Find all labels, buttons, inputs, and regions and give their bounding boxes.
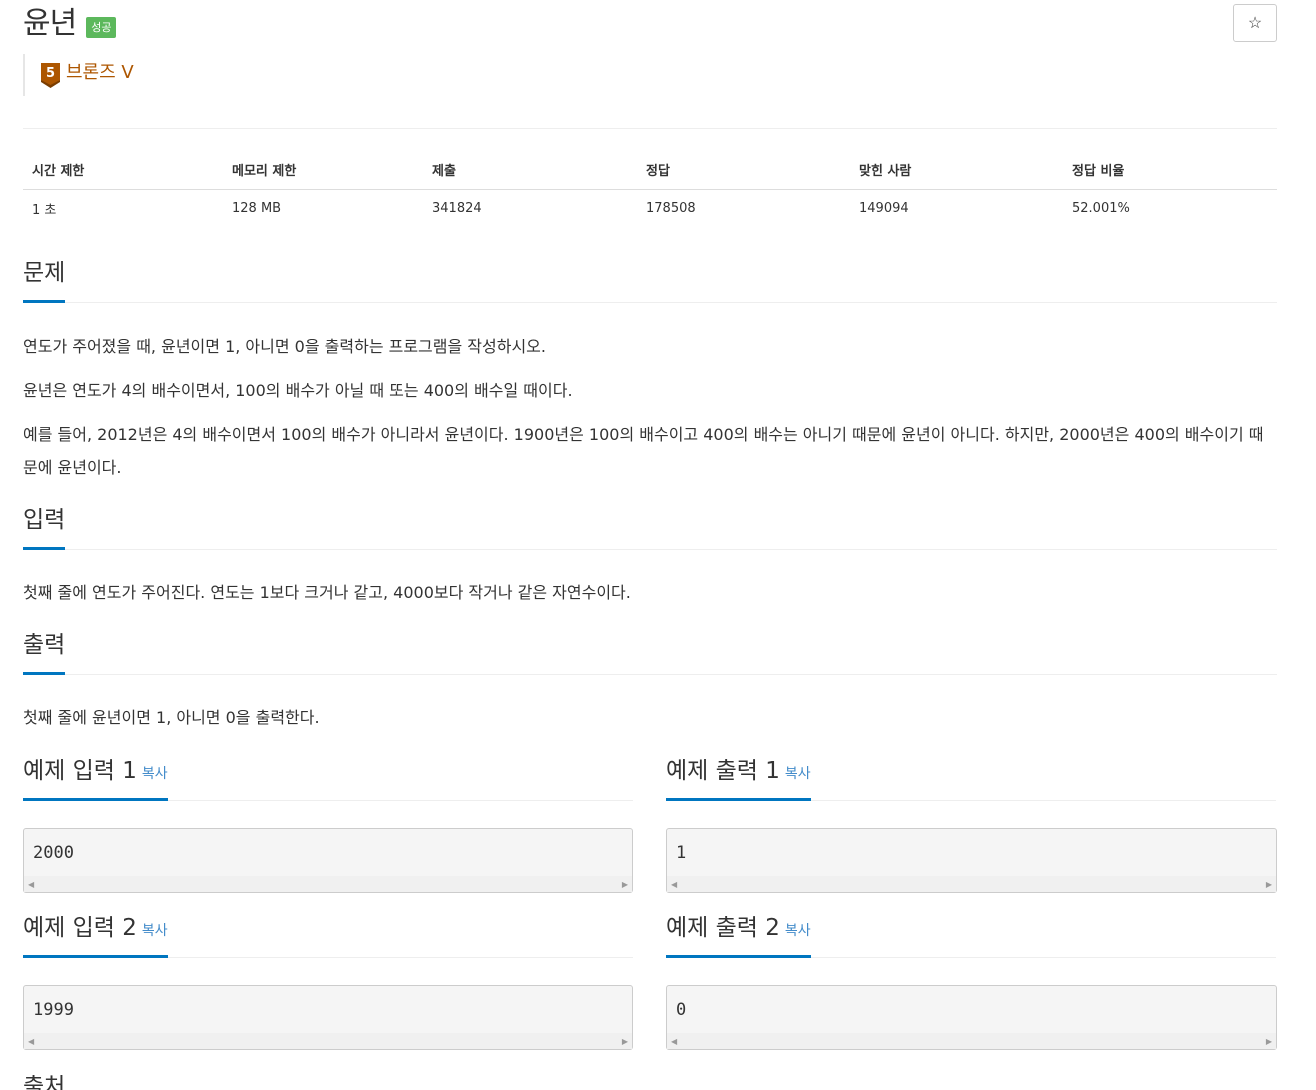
tier-block: 5 브론즈 V bbox=[23, 54, 134, 96]
scroll-right-icon[interactable]: ▶ bbox=[622, 880, 628, 889]
time-limit-value: 1 초 bbox=[32, 203, 57, 218]
sample-output-2-content[interactable]: 0 bbox=[667, 986, 1276, 1034]
description-paragraph-3: 예를 들어, 2012년은 4의 배수이면서 100의 배수가 아니라서 윤년이… bbox=[23, 425, 1264, 477]
sample-input-1-label: 예제 입력 1 bbox=[23, 758, 137, 784]
sample-input-1-box[interactable]: 2000 ◀ ▶ bbox=[23, 828, 633, 893]
copy-sample-output-2-button[interactable]: 복사 bbox=[785, 923, 811, 939]
horizontal-scrollbar[interactable]: ◀ ▶ bbox=[24, 1033, 632, 1049]
sample-output-1-header: 예제 출력 1 복사 bbox=[666, 756, 1276, 801]
horizontal-scrollbar[interactable]: ◀ ▶ bbox=[667, 876, 1276, 892]
section-description-title: 문제 bbox=[23, 258, 66, 303]
sample-input-2-title: 예제 입력 2 복사 bbox=[23, 913, 168, 958]
section-source-title: 출처 bbox=[23, 1074, 66, 1090]
submissions-value[interactable]: 341824 bbox=[423, 190, 637, 228]
divider bbox=[23, 128, 1277, 129]
tier-link[interactable]: 브론즈 V bbox=[66, 62, 134, 84]
copy-sample-output-1-button[interactable]: 복사 bbox=[785, 766, 811, 782]
sample-output-1-content[interactable]: 1 bbox=[667, 829, 1276, 877]
copy-sample-input-2-button[interactable]: 복사 bbox=[142, 923, 168, 939]
scroll-left-icon[interactable]: ◀ bbox=[28, 880, 34, 889]
description-paragraph-2: 윤년은 연도가 4의 배수이면서, 100의 배수가 아닐 때 또는 400의 … bbox=[23, 381, 573, 400]
title-row: 윤년 성공 bbox=[23, 6, 117, 42]
status-badge: 성공 bbox=[86, 16, 117, 38]
sample-output-2-title: 예제 출력 2 복사 bbox=[666, 913, 811, 958]
accepted-value[interactable]: 178508 bbox=[637, 190, 850, 228]
sample-input-1-content[interactable]: 2000 bbox=[24, 829, 632, 877]
description-paragraph-1: 연도가 주어졌을 때, 윤년이면 1, 아니면 0을 출력하는 프로그램을 작성… bbox=[23, 337, 546, 356]
section-output-title: 출력 bbox=[23, 630, 66, 675]
problem-info-table: 시간 제한 메모리 제한 제출 정답 맞힌 사람 정답 비율 1 초 128 M… bbox=[23, 150, 1277, 227]
header-accepted: 정답 bbox=[637, 150, 850, 190]
solvers-value[interactable]: 149094 bbox=[850, 190, 1063, 228]
table-header-row: 시간 제한 메모리 제한 제출 정답 맞힌 사람 정답 비율 bbox=[23, 150, 1277, 190]
section-input-title: 입력 bbox=[23, 505, 66, 550]
sample-input-2-label: 예제 입력 2 bbox=[23, 915, 137, 941]
section-input-header: 입력 bbox=[23, 505, 1277, 550]
header-memory-limit: 메모리 제한 bbox=[223, 150, 423, 190]
scroll-right-icon[interactable]: ▶ bbox=[1266, 1037, 1272, 1046]
scroll-left-icon[interactable]: ◀ bbox=[671, 880, 677, 889]
sample-output-2-box[interactable]: 0 ◀ ▶ bbox=[666, 985, 1277, 1050]
sample-output-1-box[interactable]: 1 ◀ ▶ bbox=[666, 828, 1277, 893]
copy-sample-input-1-button[interactable]: 복사 bbox=[142, 766, 168, 782]
sample-input-1-header: 예제 입력 1 복사 bbox=[23, 756, 633, 801]
output-description: 첫째 줄에 윤년이면 1, 아니면 0을 출력한다. bbox=[23, 708, 320, 727]
input-description: 첫째 줄에 연도가 주어진다. 연도는 1보다 크거나 같고, 4000보다 작… bbox=[23, 583, 631, 602]
section-description-header: 문제 bbox=[23, 258, 1277, 303]
sample-input-2-box[interactable]: 1999 ◀ ▶ bbox=[23, 985, 633, 1050]
tier-level: 5 bbox=[46, 66, 55, 81]
header-solvers: 맞힌 사람 bbox=[850, 150, 1063, 190]
accepted-ratio-value: 52.001% bbox=[1072, 201, 1130, 216]
sample-input-2-content[interactable]: 1999 bbox=[24, 986, 632, 1034]
sample-output-2-label: 예제 출력 2 bbox=[666, 915, 780, 941]
header-time-limit: 시간 제한 bbox=[23, 150, 223, 190]
star-icon: ☆ bbox=[1247, 15, 1263, 32]
scroll-right-icon[interactable]: ▶ bbox=[1266, 880, 1272, 889]
sample-output-1-label: 예제 출력 1 bbox=[666, 758, 780, 784]
scroll-right-icon[interactable]: ▶ bbox=[622, 1037, 628, 1046]
sample-output-2-header: 예제 출력 2 복사 bbox=[666, 913, 1276, 958]
sample-output-1-title: 예제 출력 1 복사 bbox=[666, 756, 811, 801]
scroll-left-icon[interactable]: ◀ bbox=[671, 1037, 677, 1046]
sample-input-1-title: 예제 입력 1 복사 bbox=[23, 756, 168, 801]
table-row: 1 초 128 MB 341824 178508 149094 52.001% bbox=[23, 190, 1277, 228]
header-accepted-ratio: 정답 비율 bbox=[1063, 150, 1277, 190]
page-title: 윤년 bbox=[23, 6, 77, 41]
star-button[interactable]: ☆ bbox=[1233, 4, 1277, 42]
scroll-left-icon[interactable]: ◀ bbox=[28, 1037, 34, 1046]
tier-bronze-icon: 5 bbox=[41, 63, 60, 88]
header-submissions: 제출 bbox=[423, 150, 637, 190]
sample-input-2-header: 예제 입력 2 복사 bbox=[23, 913, 633, 958]
memory-limit-value: 128 MB bbox=[232, 201, 282, 216]
horizontal-scrollbar[interactable]: ◀ ▶ bbox=[667, 1033, 1276, 1049]
section-output-header: 출력 bbox=[23, 630, 1277, 675]
horizontal-scrollbar[interactable]: ◀ ▶ bbox=[24, 876, 632, 892]
